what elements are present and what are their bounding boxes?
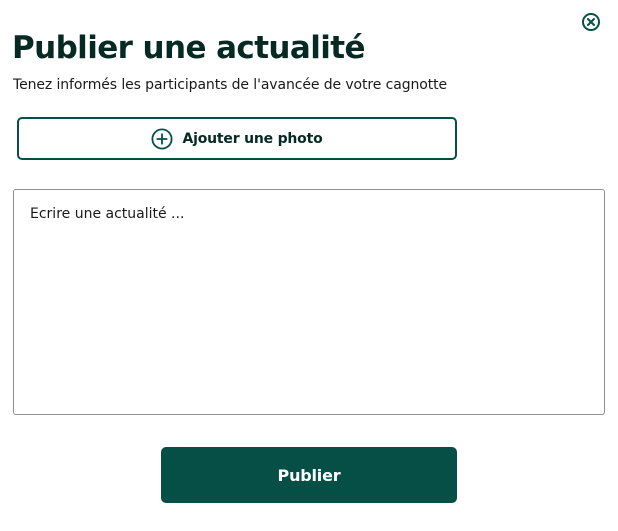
- publish-news-modal: Publier une actualité Tenez informés les…: [0, 0, 618, 531]
- modal-subtitle: Tenez informés les participants de l'ava…: [13, 77, 448, 93]
- close-button[interactable]: [582, 13, 600, 31]
- add-photo-button[interactable]: Ajouter une photo: [17, 117, 457, 160]
- add-photo-label: Ajouter une photo: [182, 130, 323, 147]
- publish-button[interactable]: Publier: [161, 447, 457, 503]
- modal-title: Publier une actualité: [12, 30, 366, 66]
- news-textarea[interactable]: [13, 189, 605, 415]
- plus-circle-icon: [151, 127, 173, 150]
- close-icon: [587, 18, 595, 26]
